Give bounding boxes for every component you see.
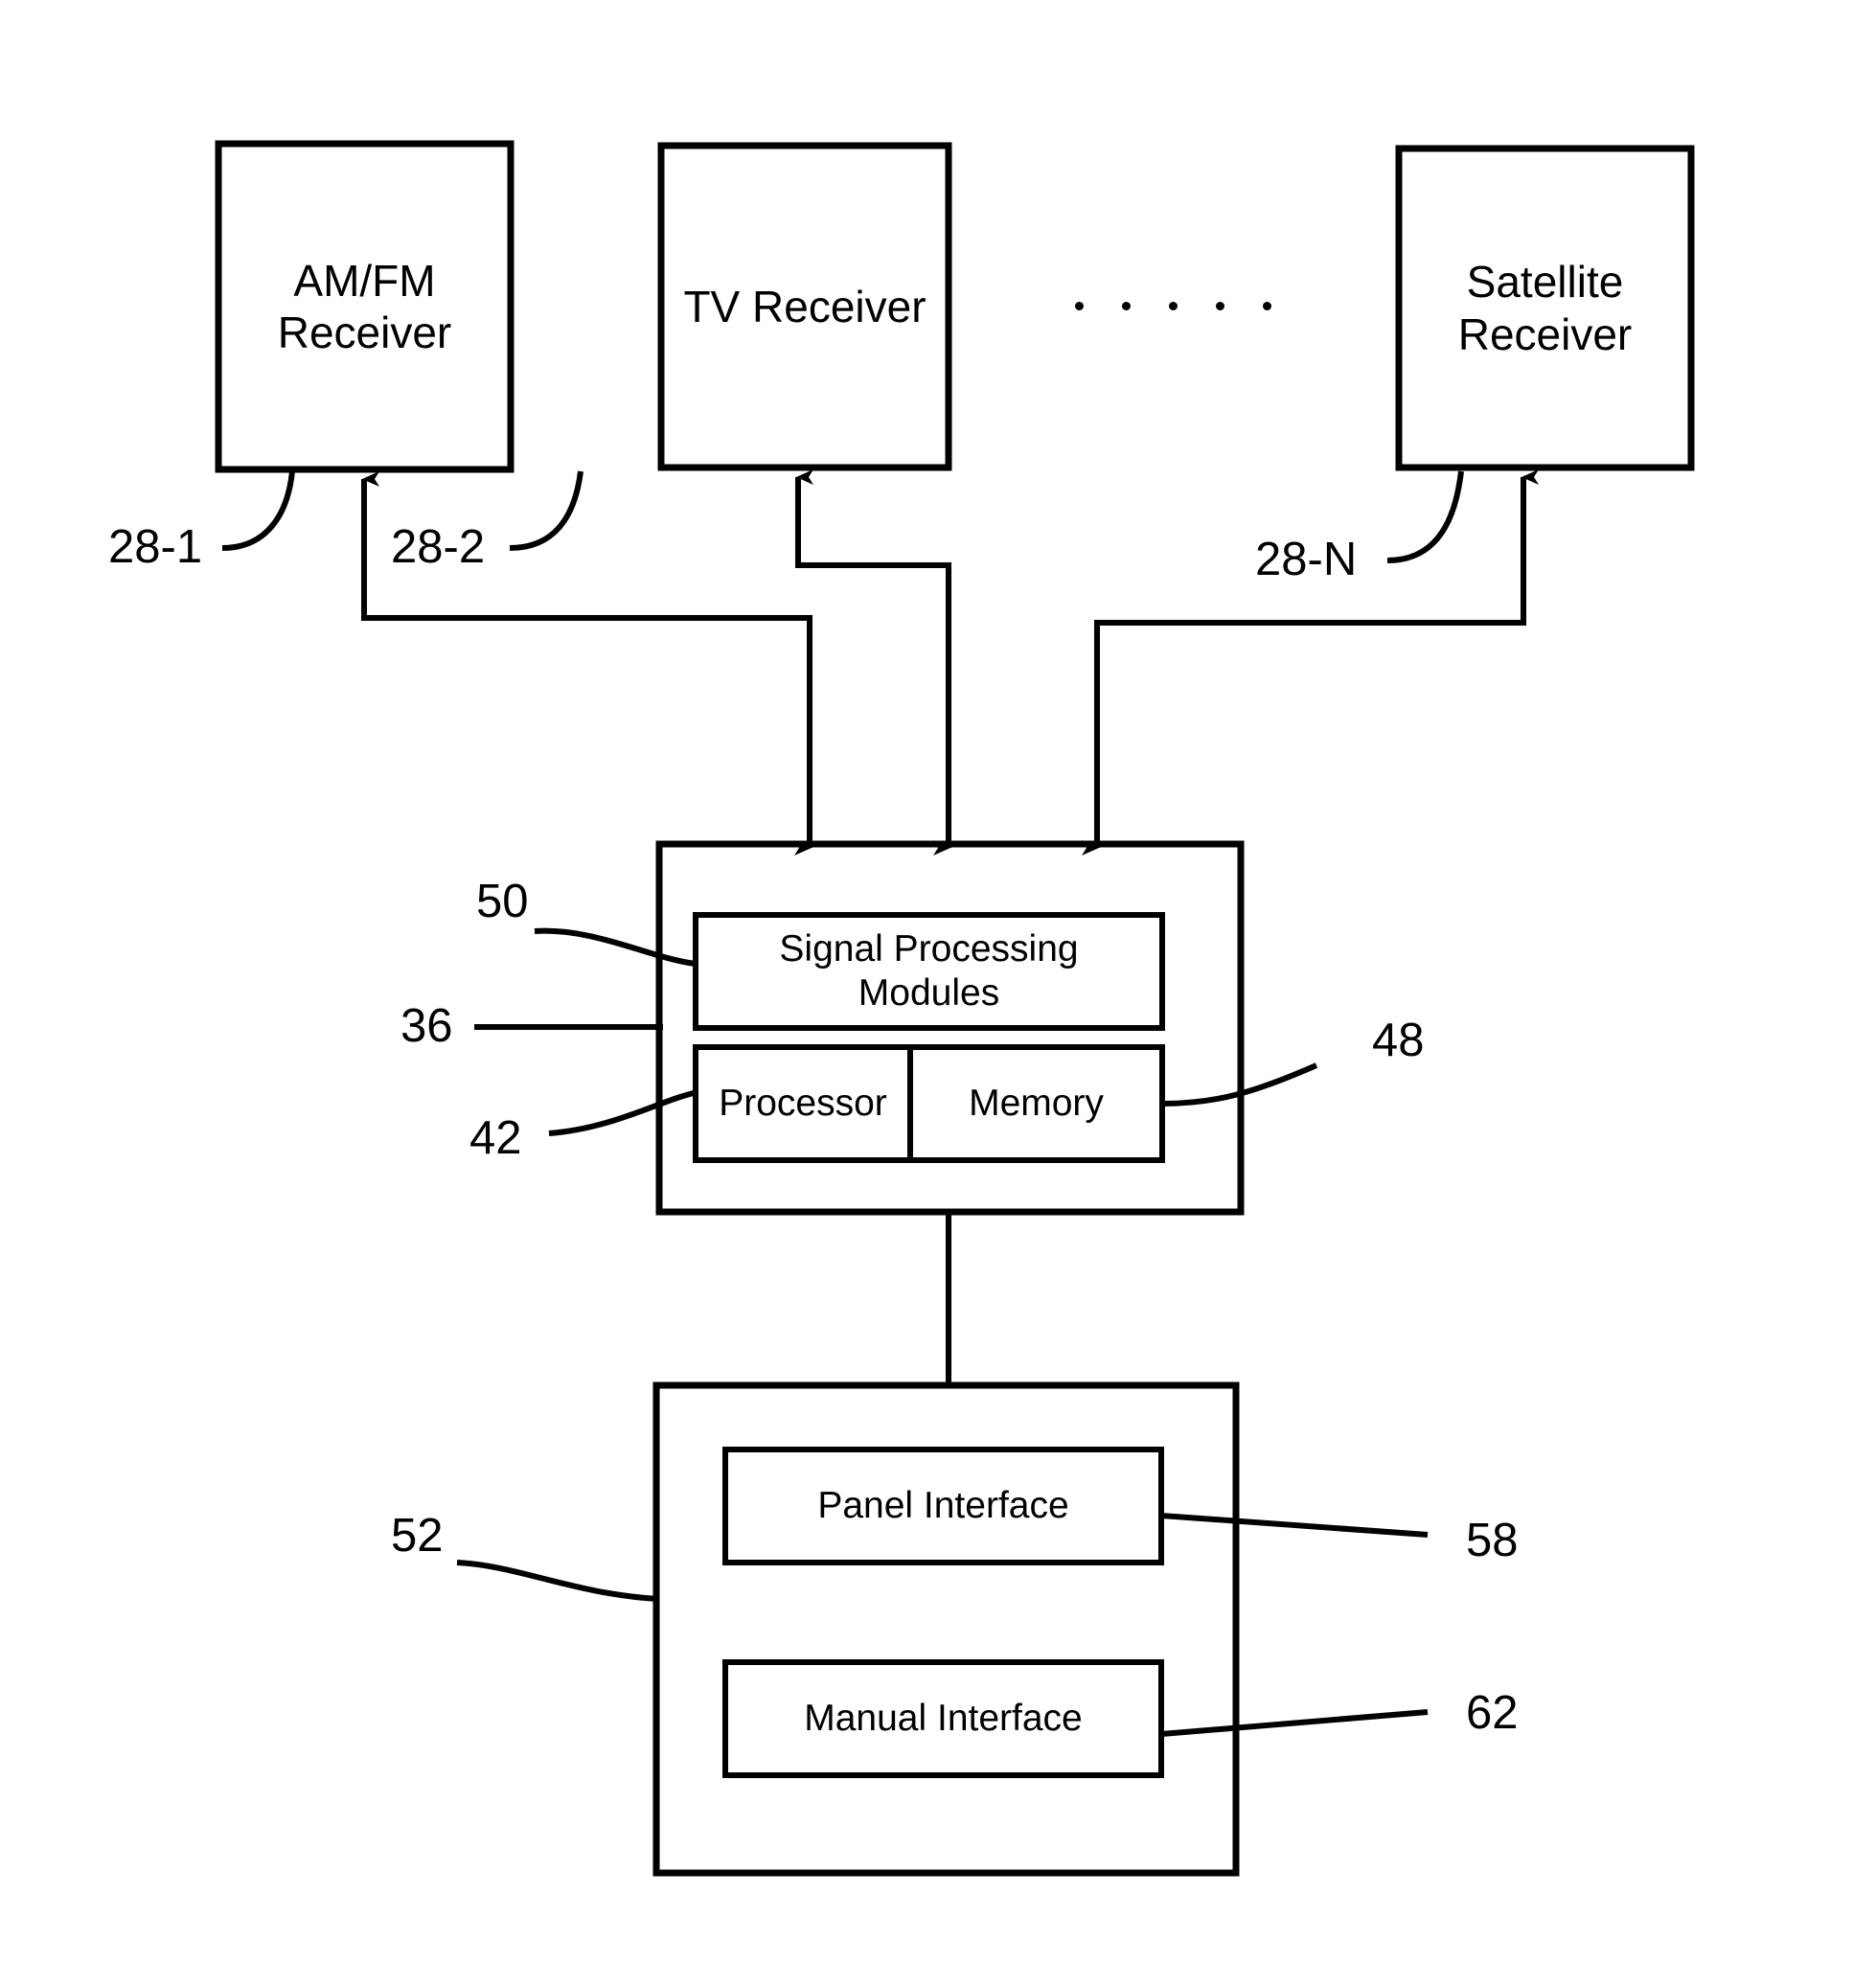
leader-line-62 — [1160, 1709, 1429, 1737]
reference-numeral-28-n: 28-N — [1255, 534, 1358, 585]
leader-line-28-n — [1386, 470, 1464, 563]
reference-numeral-48: 48 — [1372, 1015, 1425, 1066]
reference-numeral-36: 36 — [400, 1000, 453, 1052]
reference-numeral-52: 52 — [391, 1510, 444, 1562]
manual-interface-box — [722, 1659, 1164, 1778]
reference-numeral-42: 42 — [469, 1112, 522, 1164]
processor-memory-group-box — [693, 1044, 1165, 1163]
panel-interface-box — [722, 1447, 1164, 1565]
reference-numeral-28-2: 28-2 — [391, 521, 486, 573]
leader-line-58 — [1160, 1513, 1429, 1538]
leader-line-28-2 — [509, 470, 583, 551]
receiver-box-tv — [657, 142, 952, 471]
ellipsis-dot — [1216, 302, 1224, 310]
bus-line-tv — [795, 469, 951, 856]
ellipsis-dot — [1263, 302, 1271, 310]
receiver-ellipsis — [1075, 302, 1271, 310]
figure-canvas: AM/FM Receiver TV Receiver Satellite Rec… — [0, 0, 1876, 1963]
reference-numeral-50: 50 — [476, 876, 529, 927]
signal-processing-modules-box — [693, 912, 1165, 1031]
ellipsis-dot — [1169, 302, 1178, 310]
diagram-vector-layer — [215, 140, 1695, 1877]
reference-numeral-28-1: 28-1 — [108, 521, 203, 573]
ellipsis-dot — [1122, 302, 1131, 310]
ellipsis-dot — [1075, 302, 1084, 310]
leader-line-52 — [456, 1560, 659, 1602]
leader-line-28-1 — [221, 470, 295, 551]
control-unit-box — [652, 1381, 1240, 1877]
receiver-box-amfm — [215, 140, 515, 473]
leader-line-42 — [548, 1089, 698, 1136]
receiver-box-satellite — [1395, 145, 1695, 471]
reference-numeral-62: 62 — [1466, 1687, 1519, 1739]
leader-line-50 — [534, 927, 697, 967]
reference-numeral-58: 58 — [1466, 1515, 1519, 1566]
